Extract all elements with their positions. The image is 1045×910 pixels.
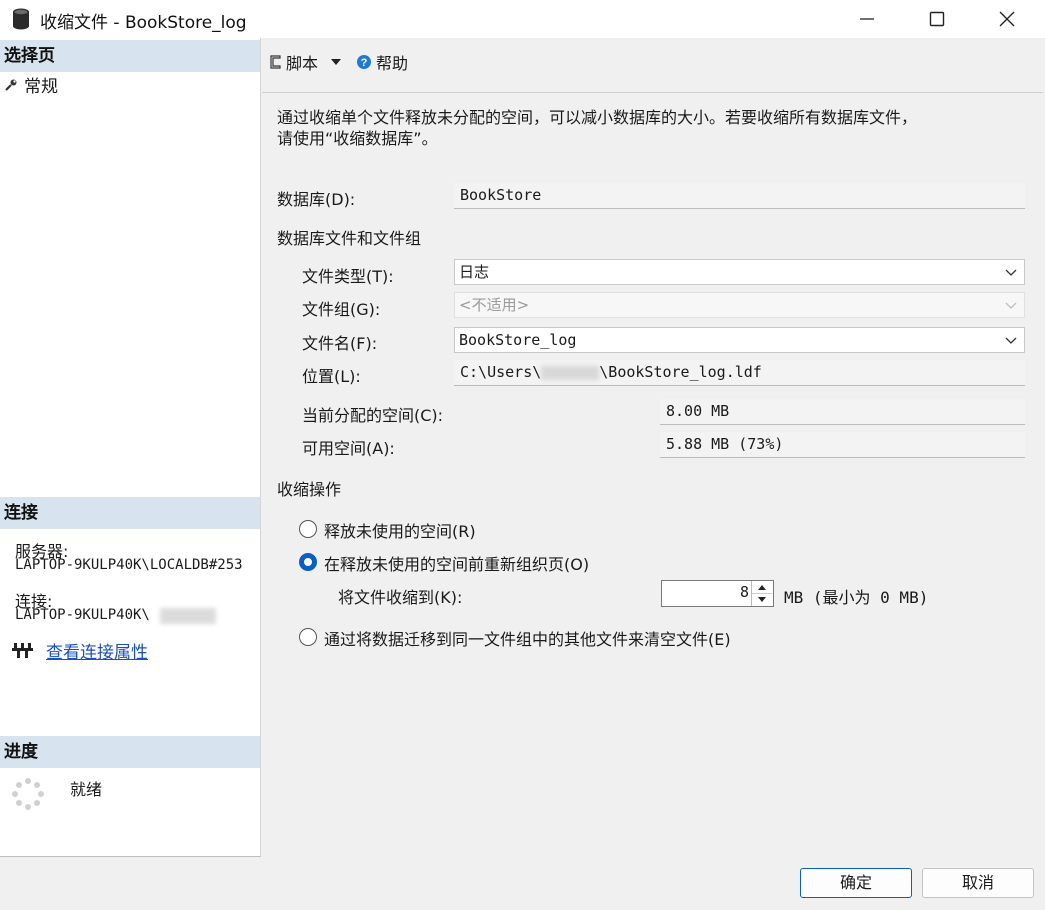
ok-button[interactable]: 确定 (800, 868, 912, 898)
svg-text:?: ? (361, 57, 368, 69)
progress-status: 就绪 (70, 780, 103, 799)
help-button[interactable]: ? 帮助 (356, 50, 408, 74)
chevron-down-icon (1005, 337, 1017, 344)
connection-header: 连接 (0, 497, 260, 529)
script-icon (270, 55, 281, 69)
file-type-select[interactable]: 日志 (454, 259, 1025, 285)
files-group-header: 数据库文件和文件组 (277, 229, 422, 248)
shrink-to-label: 将文件收缩到(K): (338, 588, 463, 607)
title-bar: 收缩文件 - BookStore_log (0, 0, 1045, 38)
chevron-down-icon (1005, 302, 1017, 309)
arrow-down-icon (758, 596, 766, 602)
view-connection-properties-link[interactable]: 查看连接属性 (46, 638, 148, 663)
progress-header: 进度 (0, 736, 260, 768)
database-icon (12, 8, 30, 34)
maximize-button[interactable] (902, 0, 972, 38)
minimize-button[interactable] (832, 0, 902, 38)
empty-file-label[interactable]: 通过将数据迁移到同一文件组中的其他文件来清空文件(E) (324, 626, 731, 650)
maximize-icon (929, 11, 945, 27)
release-unused-label[interactable]: 释放未使用的空间(R) (324, 518, 476, 542)
server-value: LAPTOP-9KULP40K\LOCALDB#253 (15, 557, 243, 573)
page-item-general[interactable]: 常规 (4, 72, 58, 97)
close-icon (999, 11, 1015, 27)
shrink-action-header: 收缩操作 (277, 480, 342, 499)
help-label: 帮助 (376, 54, 409, 73)
database-field: BookStore (454, 183, 1025, 209)
left-panel: 选择页 常规 连接 服务器: LAPTOP-9KULP40K\LOCALDB#2… (0, 38, 261, 857)
empty-file-radio[interactable] (299, 628, 317, 646)
location-suffix: \BookStore_log.ldf (599, 363, 762, 381)
wrench-icon (5, 79, 17, 91)
release-unused-radio[interactable] (299, 520, 317, 538)
help-icon: ? (357, 55, 371, 69)
progress-spinner-icon (12, 778, 44, 810)
arrow-up-icon (758, 584, 766, 590)
script-button[interactable]: 脚本 (268, 50, 342, 74)
allocated-space-field: 8.00 MB (660, 399, 1025, 425)
filename-value: BookStore_log (459, 331, 577, 349)
select-page-header: 选择页 (0, 40, 260, 72)
main-content: 通过收缩单个文件释放未分配的空间，可以减小数据库的大小。若要收缩所有数据库文件，… (262, 92, 1043, 857)
location-label: 位置(L): (302, 367, 361, 386)
filename-label: 文件名(F): (302, 334, 378, 353)
redacted-user-folder (541, 365, 600, 380)
shrink-to-unit: MB (最小为 0 MB) (784, 588, 929, 607)
script-label: 脚本 (286, 54, 319, 73)
filegroup-select: <不适用> (454, 292, 1025, 318)
connection-properties-icon (12, 643, 33, 658)
close-button[interactable] (972, 0, 1042, 38)
reorganize-pages-label[interactable]: 在释放未使用的空间前重新组织页(O) (324, 551, 589, 575)
description-line-2: 请使用“收缩数据库”。 (277, 129, 438, 148)
shrink-to-stepper[interactable]: 8 (661, 580, 774, 607)
file-type-value: 日志 (459, 263, 490, 281)
reorganize-pages-radio[interactable] (299, 553, 317, 571)
location-prefix: C:\Users\ (460, 363, 542, 381)
toolbar: 脚本 ? 帮助 (262, 40, 1042, 78)
decrement-button[interactable] (752, 593, 772, 605)
chevron-down-icon (1005, 269, 1017, 276)
page-item-label: 常规 (24, 77, 58, 97)
database-label: 数据库(D): (277, 190, 356, 209)
connection-value: LAPTOP-9KULP40K\ (15, 607, 150, 623)
allocated-space-label: 当前分配的空间(C): (302, 406, 444, 425)
cancel-button[interactable]: 取消 (922, 868, 1034, 898)
redacted-username (160, 608, 216, 624)
minimize-icon (860, 18, 874, 20)
filegroup-value: <不适用> (459, 296, 530, 314)
filegroup-label: 文件组(G): (302, 300, 381, 319)
available-space-label: 可用空间(A): (302, 439, 395, 458)
available-space-field: 5.88 MB (73%) (660, 432, 1025, 458)
window-title: 收缩文件 - BookStore_log (40, 13, 247, 33)
dropdown-arrow-icon[interactable] (330, 57, 342, 67)
location-field: C:\Users\ \BookStore_log.ldf (454, 360, 1025, 386)
filename-select[interactable]: BookStore_log (454, 327, 1025, 353)
file-type-label: 文件类型(T): (302, 267, 394, 286)
shrink-to-value[interactable]: 8 (740, 583, 749, 601)
